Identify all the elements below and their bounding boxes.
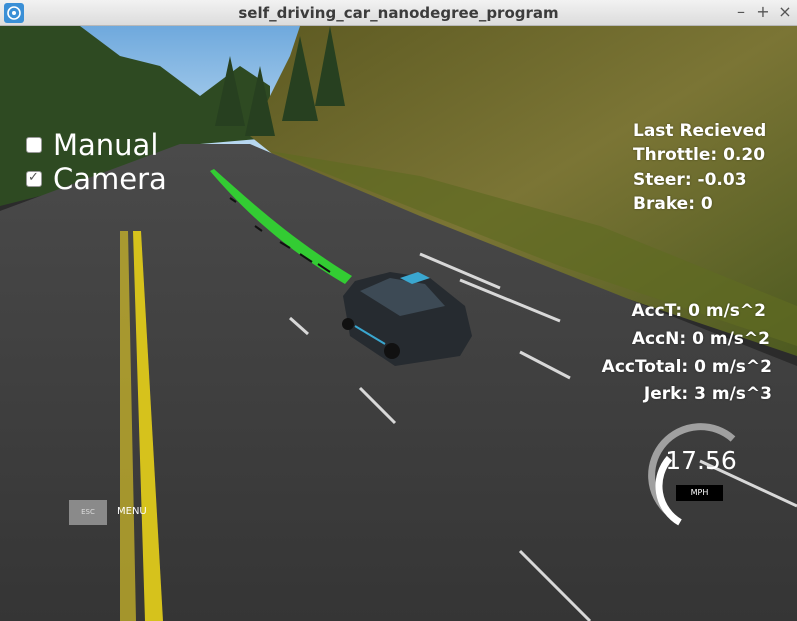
title-bar: self_driving_car_nanodegree_program – + …	[0, 0, 797, 26]
acc-t-readout: AccT: 0 m/s^2	[631, 301, 766, 321]
steer-readout: Steer: -0.03	[633, 170, 747, 190]
speed-value: 17.56	[665, 446, 737, 475]
window-title: self_driving_car_nanodegree_program	[238, 4, 559, 22]
maximize-button[interactable]: +	[753, 2, 773, 22]
acc-total-readout: AccTotal: 0 m/s^2	[601, 357, 772, 377]
esc-button[interactable]: ESC	[69, 500, 107, 525]
throttle-readout: Throttle: 0.20	[633, 145, 766, 165]
speed-unit: MPH	[676, 485, 723, 501]
brake-readout: Brake: 0	[633, 194, 713, 214]
simulation-viewport[interactable]: Manual ✓ Camera Last Recieved Throttle: …	[0, 26, 797, 621]
menu-label[interactable]: MENU	[117, 506, 147, 517]
last-received-heading: Last Recieved	[633, 121, 767, 141]
camera-checkbox[interactable]: ✓	[26, 170, 42, 187]
jerk-readout: Jerk: 3 m/s^3	[643, 384, 772, 404]
minimize-button[interactable]: –	[731, 2, 751, 22]
scene-render	[0, 26, 797, 621]
acc-n-readout: AccN: 0 m/s^2	[631, 329, 770, 349]
manual-checkbox[interactable]	[26, 137, 42, 153]
camera-label: Camera	[53, 162, 167, 196]
manual-label: Manual	[53, 128, 159, 162]
close-button[interactable]: ×	[775, 2, 795, 22]
simulator-window: self_driving_car_nanodegree_program – + …	[0, 0, 797, 621]
